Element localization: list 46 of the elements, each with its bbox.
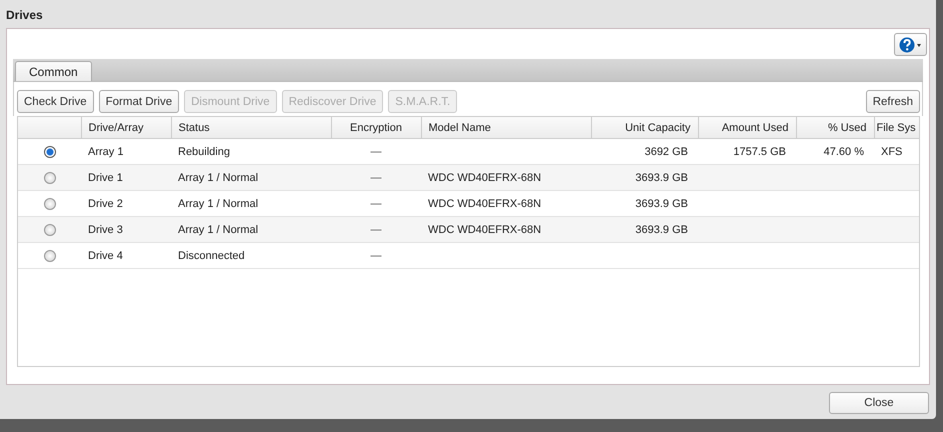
table-cell: 3692 GB: [644, 146, 688, 158]
table-cell: —: [370, 172, 382, 184]
toolbar-button[interactable]: Check Drive: [17, 90, 94, 113]
table-cell: Rebuilding: [178, 146, 230, 158]
table-cell: —: [370, 198, 382, 210]
table-cell: Array 1: [88, 146, 124, 158]
column-header[interactable]: Encryption: [331, 117, 421, 138]
table-cell: 3693.9 GB: [635, 198, 688, 210]
table-cell: 1757.5 GB: [733, 146, 786, 158]
toolbar-button[interactable]: Format Drive: [98, 90, 180, 113]
table-cell: Drive 2: [88, 198, 123, 210]
table-cell: WDC WD40EFRX-68N: [428, 224, 542, 236]
table-cell: —: [370, 250, 382, 262]
table-cell: Array 1 / Normal: [178, 224, 258, 236]
table-cell: —: [370, 146, 382, 158]
help-icon: [899, 36, 923, 52]
table-cell: 3693.9 GB: [635, 224, 688, 236]
column-header[interactable]: Drive/Array: [81, 117, 171, 138]
table-cell: Disconnected: [178, 250, 245, 262]
close-button[interactable]: Close: [829, 392, 929, 414]
table-cell: Array 1 / Normal: [178, 172, 258, 184]
tab[interactable]: Common: [15, 61, 92, 81]
column-header[interactable]: File Sys: [874, 117, 919, 138]
radio-button[interactable]: [44, 198, 56, 210]
radio-button[interactable]: [44, 224, 56, 236]
column-header[interactable]: Unit Capacity: [591, 117, 698, 138]
radio-button[interactable]: [44, 146, 56, 158]
column-header[interactable]: Status: [171, 117, 331, 138]
table-cell: WDC WD40EFRX-68N: [428, 172, 542, 184]
table-cell: XFS: [881, 146, 902, 158]
radio-button[interactable]: [44, 172, 56, 184]
table-cell: —: [370, 224, 382, 236]
table-cell: Drive 4: [88, 250, 123, 262]
table-cell: Drive 1: [88, 172, 123, 184]
table-cell: Array 1 / Normal: [178, 198, 258, 210]
table-cell: 3693.9 GB: [635, 172, 688, 184]
table-cell: WDC WD40EFRX-68N: [428, 198, 542, 210]
column-header[interactable]: Model Name: [421, 117, 591, 138]
window-title: Drives: [5, 7, 44, 24]
column-header[interactable]: Amount Used: [698, 117, 796, 138]
refresh-button[interactable]: Refresh: [866, 90, 920, 113]
table-cell: 47.60 %: [824, 146, 864, 158]
column-header[interactable]: % Used: [796, 117, 874, 138]
help-button[interactable]: [894, 33, 927, 56]
radio-button[interactable]: [44, 250, 56, 262]
table-cell: Drive 3: [88, 224, 123, 236]
